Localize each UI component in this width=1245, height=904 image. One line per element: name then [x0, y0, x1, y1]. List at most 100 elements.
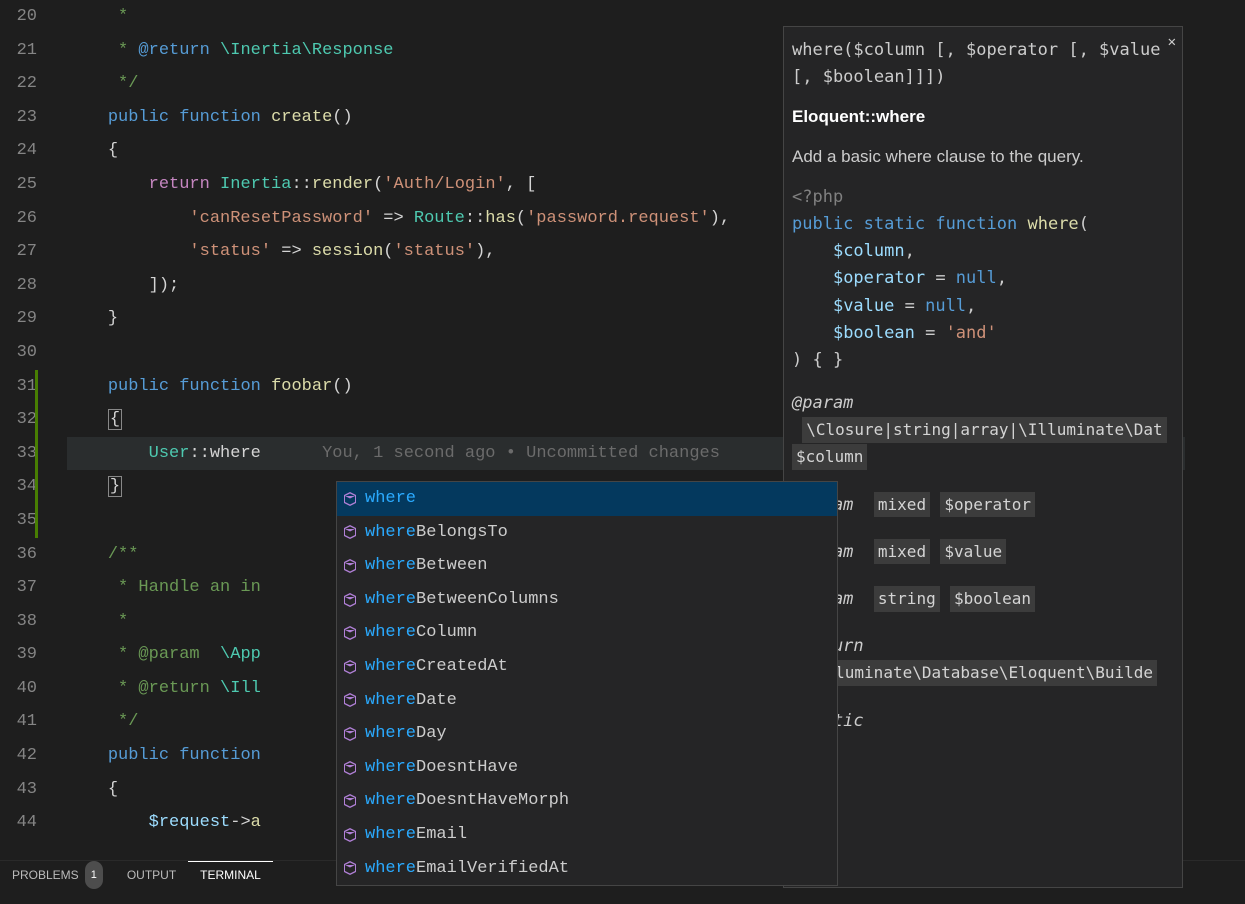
suggest-match: where [365, 818, 416, 852]
keyword: function [179, 108, 261, 127]
class-ref: Response [312, 41, 394, 60]
class-ref: Inertia [220, 175, 291, 194]
class-ref: User [149, 444, 190, 463]
line-number: 23 [0, 101, 37, 135]
line-number: 28 [0, 269, 37, 303]
tab-terminal[interactable]: TERMINAL [188, 861, 273, 889]
line-number: 42 [0, 739, 37, 773]
line-number: 36 [0, 538, 37, 572]
php-open-tag: <?php [792, 187, 843, 207]
doc-description: Add a basic where clause to the query. [792, 143, 1174, 170]
line-number: 25 [0, 168, 37, 202]
typed-text: where [210, 444, 261, 463]
line-number: 33 [0, 437, 37, 471]
string: 'password.request' [526, 209, 710, 228]
suggest-label: Day [416, 717, 447, 751]
method-icon [341, 759, 359, 777]
type-ref: \App [220, 645, 261, 664]
doc-tag: * @param [108, 645, 200, 664]
minimap[interactable] [1185, 0, 1245, 860]
line-number: 40 [0, 672, 37, 706]
keyword: function [179, 746, 261, 765]
suggest-item[interactable]: whereEmail [337, 818, 837, 852]
suggest-match: where [365, 684, 416, 718]
method-icon [341, 557, 359, 575]
brace-match: { [108, 409, 122, 430]
method-icon [341, 725, 359, 743]
tab-problems[interactable]: PROBLEMS 1 [0, 861, 115, 889]
doc-title: Eloquent::where [792, 103, 1174, 130]
suggest-item[interactable]: whereDate [337, 684, 837, 718]
brace: { [108, 780, 118, 799]
suggest-label: EmailVerifiedAt [416, 852, 569, 886]
function-signature: where($column [, $operator [, $value [, … [792, 37, 1174, 91]
keyword: public [108, 108, 169, 127]
param-row: @param mixed $operator [792, 492, 1174, 519]
comment: * [118, 7, 128, 26]
suggest-item[interactable]: whereDoesntHave [337, 751, 837, 785]
suggest-item[interactable]: whereEmailVerifiedAt [337, 852, 837, 886]
suggest-match: where [365, 650, 416, 684]
suggest-label: BelongsTo [416, 516, 508, 550]
suggest-item[interactable]: whereBetween [337, 549, 837, 583]
suggest-match: where [365, 516, 416, 550]
method-icon [341, 624, 359, 642]
string: 'Auth/Login' [383, 175, 505, 194]
brace: { [108, 141, 118, 160]
tab-output[interactable]: OUTPUT [115, 861, 188, 889]
line-number-gutter: 2021222324252627282930313233343536373839… [0, 0, 55, 860]
line-number: 21 [0, 34, 37, 68]
method-icon [341, 691, 359, 709]
suggest-item[interactable]: whereBetweenColumns [337, 583, 837, 617]
method-icon [341, 826, 359, 844]
git-blame-text: You, 1 second ago • Uncommitted changes [322, 444, 720, 463]
suggest-match: where [365, 583, 416, 617]
documentation-panel: ✕ where($column [, $operator [, $value [… [783, 26, 1183, 888]
method-icon [341, 859, 359, 877]
line-number: 29 [0, 302, 37, 336]
line-number: 34 [0, 470, 37, 504]
suggest-match: where [365, 616, 416, 650]
line-number: 37 [0, 571, 37, 605]
method: a [251, 813, 261, 832]
close-icon[interactable]: ✕ [1168, 31, 1176, 53]
method-icon [341, 792, 359, 810]
method: has [485, 209, 516, 228]
param-row: @param \Closure|string|array|\Illuminate… [792, 390, 1174, 472]
git-modified-marker [35, 370, 38, 538]
suggest-label: Column [416, 616, 477, 650]
suggest-match: where [365, 784, 416, 818]
suggest-label: DoesntHaveMorph [416, 784, 569, 818]
doc-tag: @return [138, 41, 209, 60]
suggest-label: Email [416, 818, 467, 852]
line-number: 27 [0, 235, 37, 269]
comment: * [108, 612, 128, 631]
line-number: 32 [0, 403, 37, 437]
method-icon [341, 523, 359, 541]
line-number: 41 [0, 705, 37, 739]
line-number: 20 [0, 0, 37, 34]
return-row: @return \Illuminate\Database\Eloquent\Bu… [792, 633, 1174, 687]
line-number: 26 [0, 202, 37, 236]
suggest-item[interactable]: where [337, 482, 837, 516]
suggest-match: where [365, 852, 416, 886]
suggest-item[interactable]: whereDoesntHaveMorph [337, 784, 837, 818]
line-number: 43 [0, 773, 37, 807]
string: 'canResetPassword' [189, 209, 373, 228]
method-icon [341, 490, 359, 508]
intellisense-popup[interactable]: wherewhereBelongsTowhereBetweenwhereBetw… [336, 481, 838, 886]
keyword: public [108, 746, 169, 765]
line-number: 44 [0, 806, 37, 840]
method-icon [341, 591, 359, 609]
keyword: function [179, 377, 261, 396]
suggest-item[interactable]: whereColumn [337, 616, 837, 650]
suggest-item[interactable]: whereDay [337, 717, 837, 751]
fn-name: create [271, 108, 332, 127]
keyword: public [108, 377, 169, 396]
string: 'status' [393, 242, 475, 261]
suggest-item[interactable]: whereBelongsTo [337, 516, 837, 550]
suggest-label: DoesntHave [416, 751, 518, 785]
suggest-label: BetweenColumns [416, 583, 559, 617]
line-number: 24 [0, 134, 37, 168]
suggest-item[interactable]: whereCreatedAt [337, 650, 837, 684]
